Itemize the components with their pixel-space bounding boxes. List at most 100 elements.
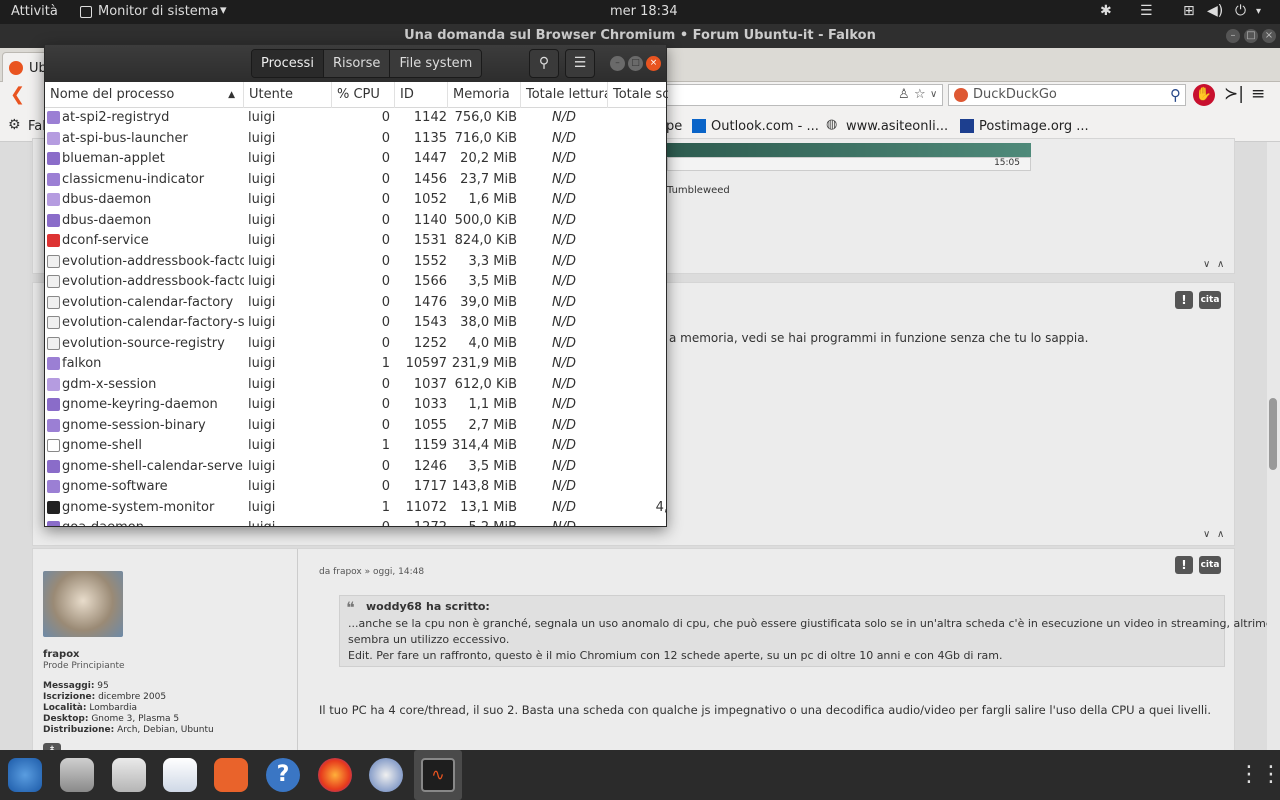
firefox-icon[interactable]: [318, 758, 352, 792]
url-bar[interactable]: ♙ ☆ ∨: [660, 84, 943, 106]
files-icon[interactable]: [60, 758, 94, 792]
column-header-id[interactable]: ID: [395, 82, 448, 108]
process-memory: 20,2 MiB: [460, 151, 517, 166]
quote-button[interactable]: cita: [1199, 291, 1221, 309]
column-header-user[interactable]: Utente: [244, 82, 332, 108]
minimize-icon[interactable]: –: [610, 56, 625, 71]
bookmark-item[interactable]: pe: [666, 119, 682, 134]
close-icon[interactable]: ×: [646, 56, 661, 71]
process-row[interactable]: evolution-calendar-factory luigi 0 1476 39,0…: [45, 293, 666, 314]
column-header-cpu[interactable]: % CPU: [332, 82, 395, 108]
search-icon: ⚲: [538, 55, 550, 71]
screenshot-image[interactable]: [667, 143, 1031, 157]
desktop: Gnome 3, Plasma 5: [91, 714, 180, 724]
process-row[interactable]: gdm-x-session luigi 0 1037 612,0 KiB N/D: [45, 375, 666, 396]
process-id: 1252: [413, 335, 447, 351]
messages-count: 95: [97, 681, 109, 691]
system-monitor-icon[interactable]: ∿: [421, 758, 455, 792]
process-row[interactable]: dconf-service luigi 0 1531 824,0 KiB N/D: [45, 231, 666, 252]
process-user: luigi: [248, 458, 276, 474]
volume-icon[interactable]: ◀): [1207, 3, 1223, 19]
chevron-down-icon[interactable]: ∨: [1203, 259, 1210, 270]
menu-button[interactable]: ☰: [565, 49, 595, 78]
thunderbird-icon[interactable]: [8, 758, 42, 792]
process-row[interactable]: evolution-calendar-factory-sub luigi 0 1543…: [45, 313, 666, 334]
search-icon[interactable]: ⚲: [1170, 86, 1181, 104]
bookmark-item[interactable]: www.asiteonli...: [846, 119, 948, 134]
help-icon[interactable]: ?: [266, 758, 300, 792]
process-row[interactable]: falkon luigi 1 10597 231,9 MiB N/D: [45, 354, 666, 375]
column-header-disk-read[interactable]: Totale lettura: [521, 82, 608, 108]
column-header-memory[interactable]: Memoria: [448, 82, 521, 108]
process-row[interactable]: dbus-daemon luigi 0 1052 1,6 MiB N/D: [45, 190, 666, 211]
adblock-icon[interactable]: ✋: [1193, 84, 1215, 106]
app-menu[interactable]: Monitor di sistema: [98, 4, 218, 19]
chevron-down-icon[interactable]: ∨: [1203, 529, 1210, 540]
minimize-icon[interactable]: –: [1226, 29, 1240, 43]
chevron-down-icon[interactable]: ▾: [1256, 6, 1261, 17]
process-row[interactable]: dbus-daemon luigi 0 1140 500,0 KiB N/D: [45, 211, 666, 232]
star-icon[interactable]: ☆: [914, 87, 926, 102]
process-row[interactable]: at-spi-bus-launcher luigi 0 1135 716,0 KiB N/…: [45, 129, 666, 150]
maximize-icon[interactable]: □: [628, 56, 643, 71]
process-user: luigi: [248, 499, 276, 515]
ubuntu-software-icon[interactable]: [214, 758, 248, 792]
process-row[interactable]: gnome-system-monitor luigi 1 11072 13,1 MiB N…: [45, 498, 666, 519]
bookmark-item[interactable]: Postimage.org ...: [979, 119, 1089, 134]
report-button[interactable]: !: [1175, 291, 1193, 309]
user-icon[interactable]: ♙: [898, 87, 910, 102]
process-row[interactable]: gnome-session-binary luigi 0 1055 2,7 MiB N/D: [45, 416, 666, 437]
search-button[interactable]: ⚲: [529, 49, 559, 78]
app-grid-icon[interactable]: ⋮⋮⋮: [1238, 758, 1280, 792]
activities-button[interactable]: Attività: [11, 4, 58, 19]
chevron-down-icon[interactable]: ∨: [930, 89, 937, 100]
avatar[interactable]: [43, 571, 123, 637]
bookmark-item[interactable]: Outlook.com - ...: [711, 119, 819, 134]
quote-text: sembra un utilizzo eccessivo.: [348, 633, 510, 646]
search-bar[interactable]: DuckDuckGo ⚲: [948, 84, 1186, 106]
chevron-up-icon[interactable]: ∧: [1217, 529, 1224, 540]
process-row[interactable]: gnome-shell-calendar-server luigi 0 1246 3,5…: [45, 457, 666, 478]
menu-indicator-icon[interactable]: ☰: [1140, 3, 1153, 19]
sidebar-toggle-icon[interactable]: ≻|: [1224, 84, 1244, 104]
process-row[interactable]: gnome-shell luigi 1 1159 314,4 MiB N/D: [45, 436, 666, 457]
chevron-down-icon[interactable]: ▾: [220, 3, 227, 18]
network-icon[interactable]: ⊞: [1183, 3, 1195, 19]
process-row[interactable]: classicmenu-indicator luigi 0 1456 23,7 MiB N…: [45, 170, 666, 191]
process-user: luigi: [248, 151, 276, 166]
menu-icon[interactable]: ≡: [1251, 84, 1265, 104]
bluetooth-icon[interactable]: ✱: [1100, 3, 1112, 19]
quote-text: ...anche se la cpu non è granché, segnal…: [348, 617, 1280, 630]
process-row[interactable]: at-spi2-registryd luigi 0 1142 756,0 KiB N/D: [45, 108, 666, 129]
quote-author[interactable]: woddy68: [366, 600, 422, 613]
falkon-icon[interactable]: [369, 758, 403, 792]
process-row[interactable]: gnome-software luigi 0 1717 143,8 MiB N/D: [45, 477, 666, 498]
process-row[interactable]: evolution-addressbook-factory luigi 0 1552 3…: [45, 252, 666, 273]
tab-risorse[interactable]: Risorse: [323, 50, 391, 77]
quote-button[interactable]: cita: [1199, 556, 1221, 574]
chevron-up-icon[interactable]: ∧: [1217, 259, 1224, 270]
gear-icon[interactable]: ⚙: [8, 117, 22, 133]
process-row[interactable]: evolution-addressbook-factory luigi 0 1566 3…: [45, 272, 666, 293]
tab-file-system[interactable]: File system: [390, 50, 482, 77]
back-icon[interactable]: ❮: [10, 84, 25, 105]
scrollbar-thumb[interactable]: [1269, 398, 1277, 470]
close-icon[interactable]: ×: [1262, 29, 1276, 43]
process-row[interactable]: evolution-source-registry luigi 0 1252 4,0 M…: [45, 334, 666, 355]
rhythmbox-icon[interactable]: [112, 758, 146, 792]
column-header-name[interactable]: Nome del processo ▲: [45, 82, 244, 108]
process-row[interactable]: gnome-keyring-daemon luigi 0 1033 1,1 MiB N/D: [45, 395, 666, 416]
clock[interactable]: mer 18:34: [610, 4, 678, 19]
process-row[interactable]: blueman-applet luigi 0 1447 20,2 MiB N/D: [45, 149, 666, 170]
report-button[interactable]: !: [1175, 556, 1193, 574]
power-icon[interactable]: ⏻: [1235, 3, 1246, 19]
process-id: 1037: [413, 376, 447, 392]
process-cpu: 0: [381, 212, 390, 228]
tab-processi[interactable]: Processi: [252, 50, 324, 77]
process-row[interactable]: goa-daemon luigi0 12725,2 MiB N/D: [45, 518, 666, 526]
column-header-disk-write[interactable]: Totale sc: [608, 82, 668, 108]
username[interactable]: frapox: [43, 649, 80, 660]
maximize-icon[interactable]: □: [1244, 29, 1258, 43]
outlook-icon: [692, 119, 706, 133]
libreoffice-writer-icon[interactable]: [163, 758, 197, 792]
